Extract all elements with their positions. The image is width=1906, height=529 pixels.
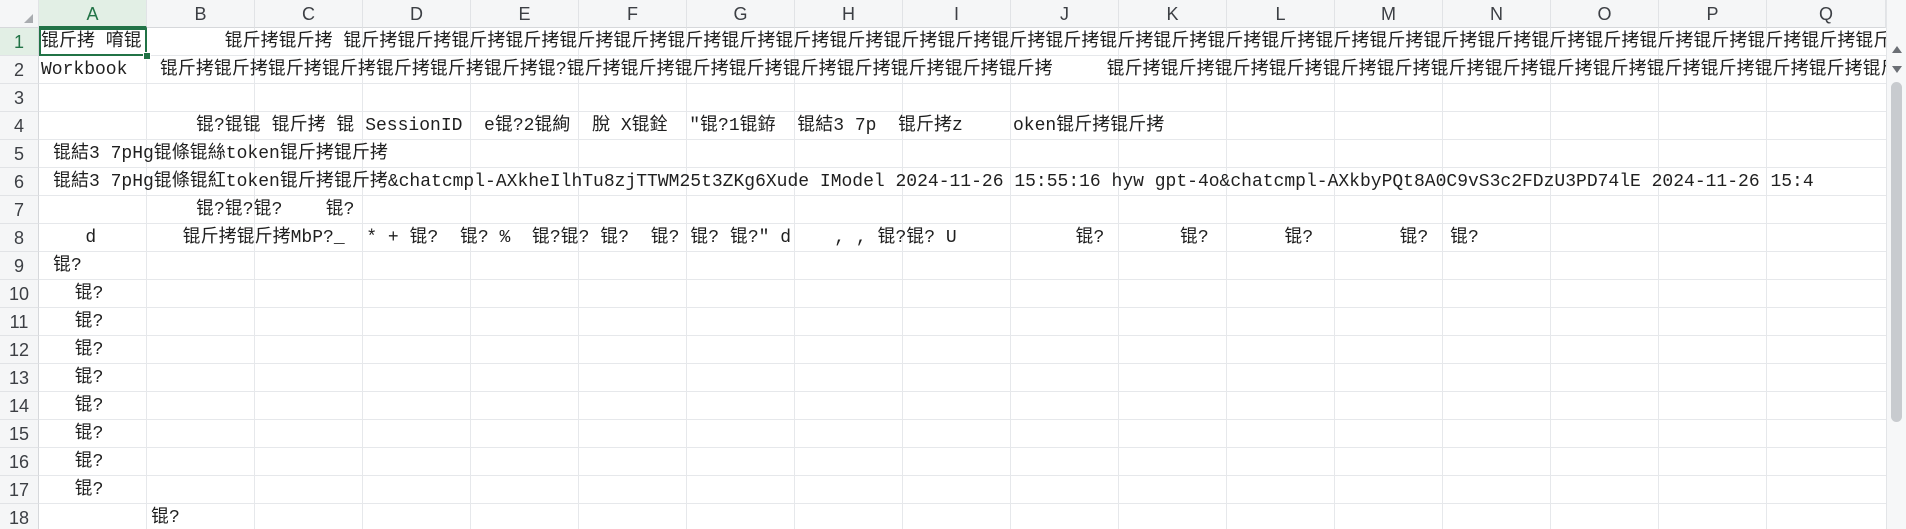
cell-b18[interactable]: 锟? <box>149 504 257 529</box>
row-header-3[interactable]: 3 <box>0 84 39 112</box>
column-header-p[interactable]: P <box>1659 0 1767 28</box>
column-header-n[interactable]: N <box>1443 0 1551 28</box>
gridline <box>39 391 1886 392</box>
cell-b7[interactable]: 锟?锟?锟? 锟? <box>194 196 494 224</box>
gridline <box>39 475 1886 476</box>
cell-a12[interactable]: 锟? <box>51 336 147 364</box>
gridline <box>39 335 1886 336</box>
column-header-h[interactable]: H <box>795 0 903 28</box>
row-header-14[interactable]: 14 <box>0 392 39 420</box>
gridline <box>39 503 1886 504</box>
scroll-down-icon[interactable] <box>1892 66 1902 73</box>
column-header-i[interactable]: I <box>903 0 1011 28</box>
select-all-triangle-icon <box>24 14 33 23</box>
gridline <box>39 363 1886 364</box>
vertical-scrollbar[interactable] <box>1886 0 1906 529</box>
spreadsheet-grid[interactable]: A B C D E F G H I J K L M N O P Q 1 2 3 … <box>0 0 1886 529</box>
column-header-j[interactable]: J <box>1011 0 1119 28</box>
cell-a8[interactable]: d 锟斤拷锟斤拷MbP?_ * + 锟? 锟? % 锟?锟? 锟? 锟? 锟? … <box>51 224 1886 252</box>
column-header-g[interactable]: G <box>687 0 795 28</box>
gridline <box>39 447 1886 448</box>
row-header-1[interactable]: 1 <box>0 28 39 56</box>
gridline <box>39 279 1886 280</box>
row-header-18[interactable]: 18 <box>0 504 39 529</box>
select-all-button[interactable] <box>0 0 39 28</box>
fill-handle[interactable] <box>143 52 151 60</box>
column-header-c[interactable]: C <box>255 0 363 28</box>
cell-a16[interactable]: 锟? <box>51 448 147 476</box>
cell-a6[interactable]: 锟結3 7pHg锟條锟紅token锟斤拷锟斤拷&chatcmpl-AXkheIl… <box>51 168 1886 196</box>
row-header-13[interactable]: 13 <box>0 364 39 392</box>
row-header-8[interactable]: 8 <box>0 224 39 252</box>
cell-a1[interactable]: 锟斤拷 唷锟 <box>39 28 147 56</box>
column-header-e[interactable]: E <box>471 0 579 28</box>
cell-a5[interactable]: 锟結3 7pHg锟條锟絲token锟斤拷锟斤拷 <box>51 140 551 168</box>
column-header-l[interactable]: L <box>1227 0 1335 28</box>
cell-a14[interactable]: 锟? <box>51 392 147 420</box>
cell-a9[interactable]: 锟? <box>51 252 147 280</box>
row-header-15[interactable]: 15 <box>0 420 39 448</box>
column-header-f[interactable]: F <box>579 0 687 28</box>
cell-a11[interactable]: 锟? <box>51 308 147 336</box>
scrollbar-thumb[interactable] <box>1891 82 1902 422</box>
column-header-d[interactable]: D <box>363 0 471 28</box>
row-header-4[interactable]: 4 <box>0 112 39 140</box>
row-header-12[interactable]: 12 <box>0 336 39 364</box>
row-header-16[interactable]: 16 <box>0 448 39 476</box>
row-header-5[interactable]: 5 <box>0 140 39 168</box>
column-header-m[interactable]: M <box>1335 0 1443 28</box>
row-header-7[interactable]: 7 <box>0 196 39 224</box>
row-header-10[interactable]: 10 <box>0 280 39 308</box>
column-header-b[interactable]: B <box>147 0 255 28</box>
cell-j4[interactable]: oken锟斤拷锟斤拷 <box>1011 112 1311 140</box>
row-header-11[interactable]: 11 <box>0 308 39 336</box>
cell-b1[interactable]: 锟斤拷锟斤拷 锟斤拷锟斤拷锟斤拷锟斤拷锟斤拷锟斤拷锟斤拷锟斤拷锟斤拷锟斤拷锟斤拷… <box>147 28 1886 56</box>
gridline <box>39 419 1886 420</box>
column-header-k[interactable]: K <box>1119 0 1227 28</box>
row-header-9[interactable]: 9 <box>0 252 39 280</box>
gridline <box>39 307 1886 308</box>
column-header-a[interactable]: A <box>39 0 147 28</box>
cell-a17[interactable]: 锟? <box>51 476 147 504</box>
scroll-up-icon[interactable] <box>1892 46 1902 53</box>
cell-a2[interactable]: Workbook 锟斤拷锟斤拷锟斤拷锟斤拷锟斤拷锟斤拷锟斤拷锟?锟斤拷锟斤拷锟斤… <box>39 56 1886 84</box>
row-header-17[interactable]: 17 <box>0 476 39 504</box>
cell-a10[interactable]: 锟? <box>51 280 147 308</box>
cell-a15[interactable]: 锟? <box>51 420 147 448</box>
column-header-o[interactable]: O <box>1551 0 1659 28</box>
cell-b4[interactable]: 锟?锟锟 锟斤拷 锟 SessionID e锟?2锟絢 脫 X锟銓 "锟?1锟銌… <box>194 112 1011 140</box>
column-header-q[interactable]: Q <box>1767 0 1886 28</box>
row-header-6[interactable]: 6 <box>0 168 39 196</box>
cell-a13[interactable]: 锟? <box>51 364 147 392</box>
row-header-2[interactable]: 2 <box>0 56 39 84</box>
